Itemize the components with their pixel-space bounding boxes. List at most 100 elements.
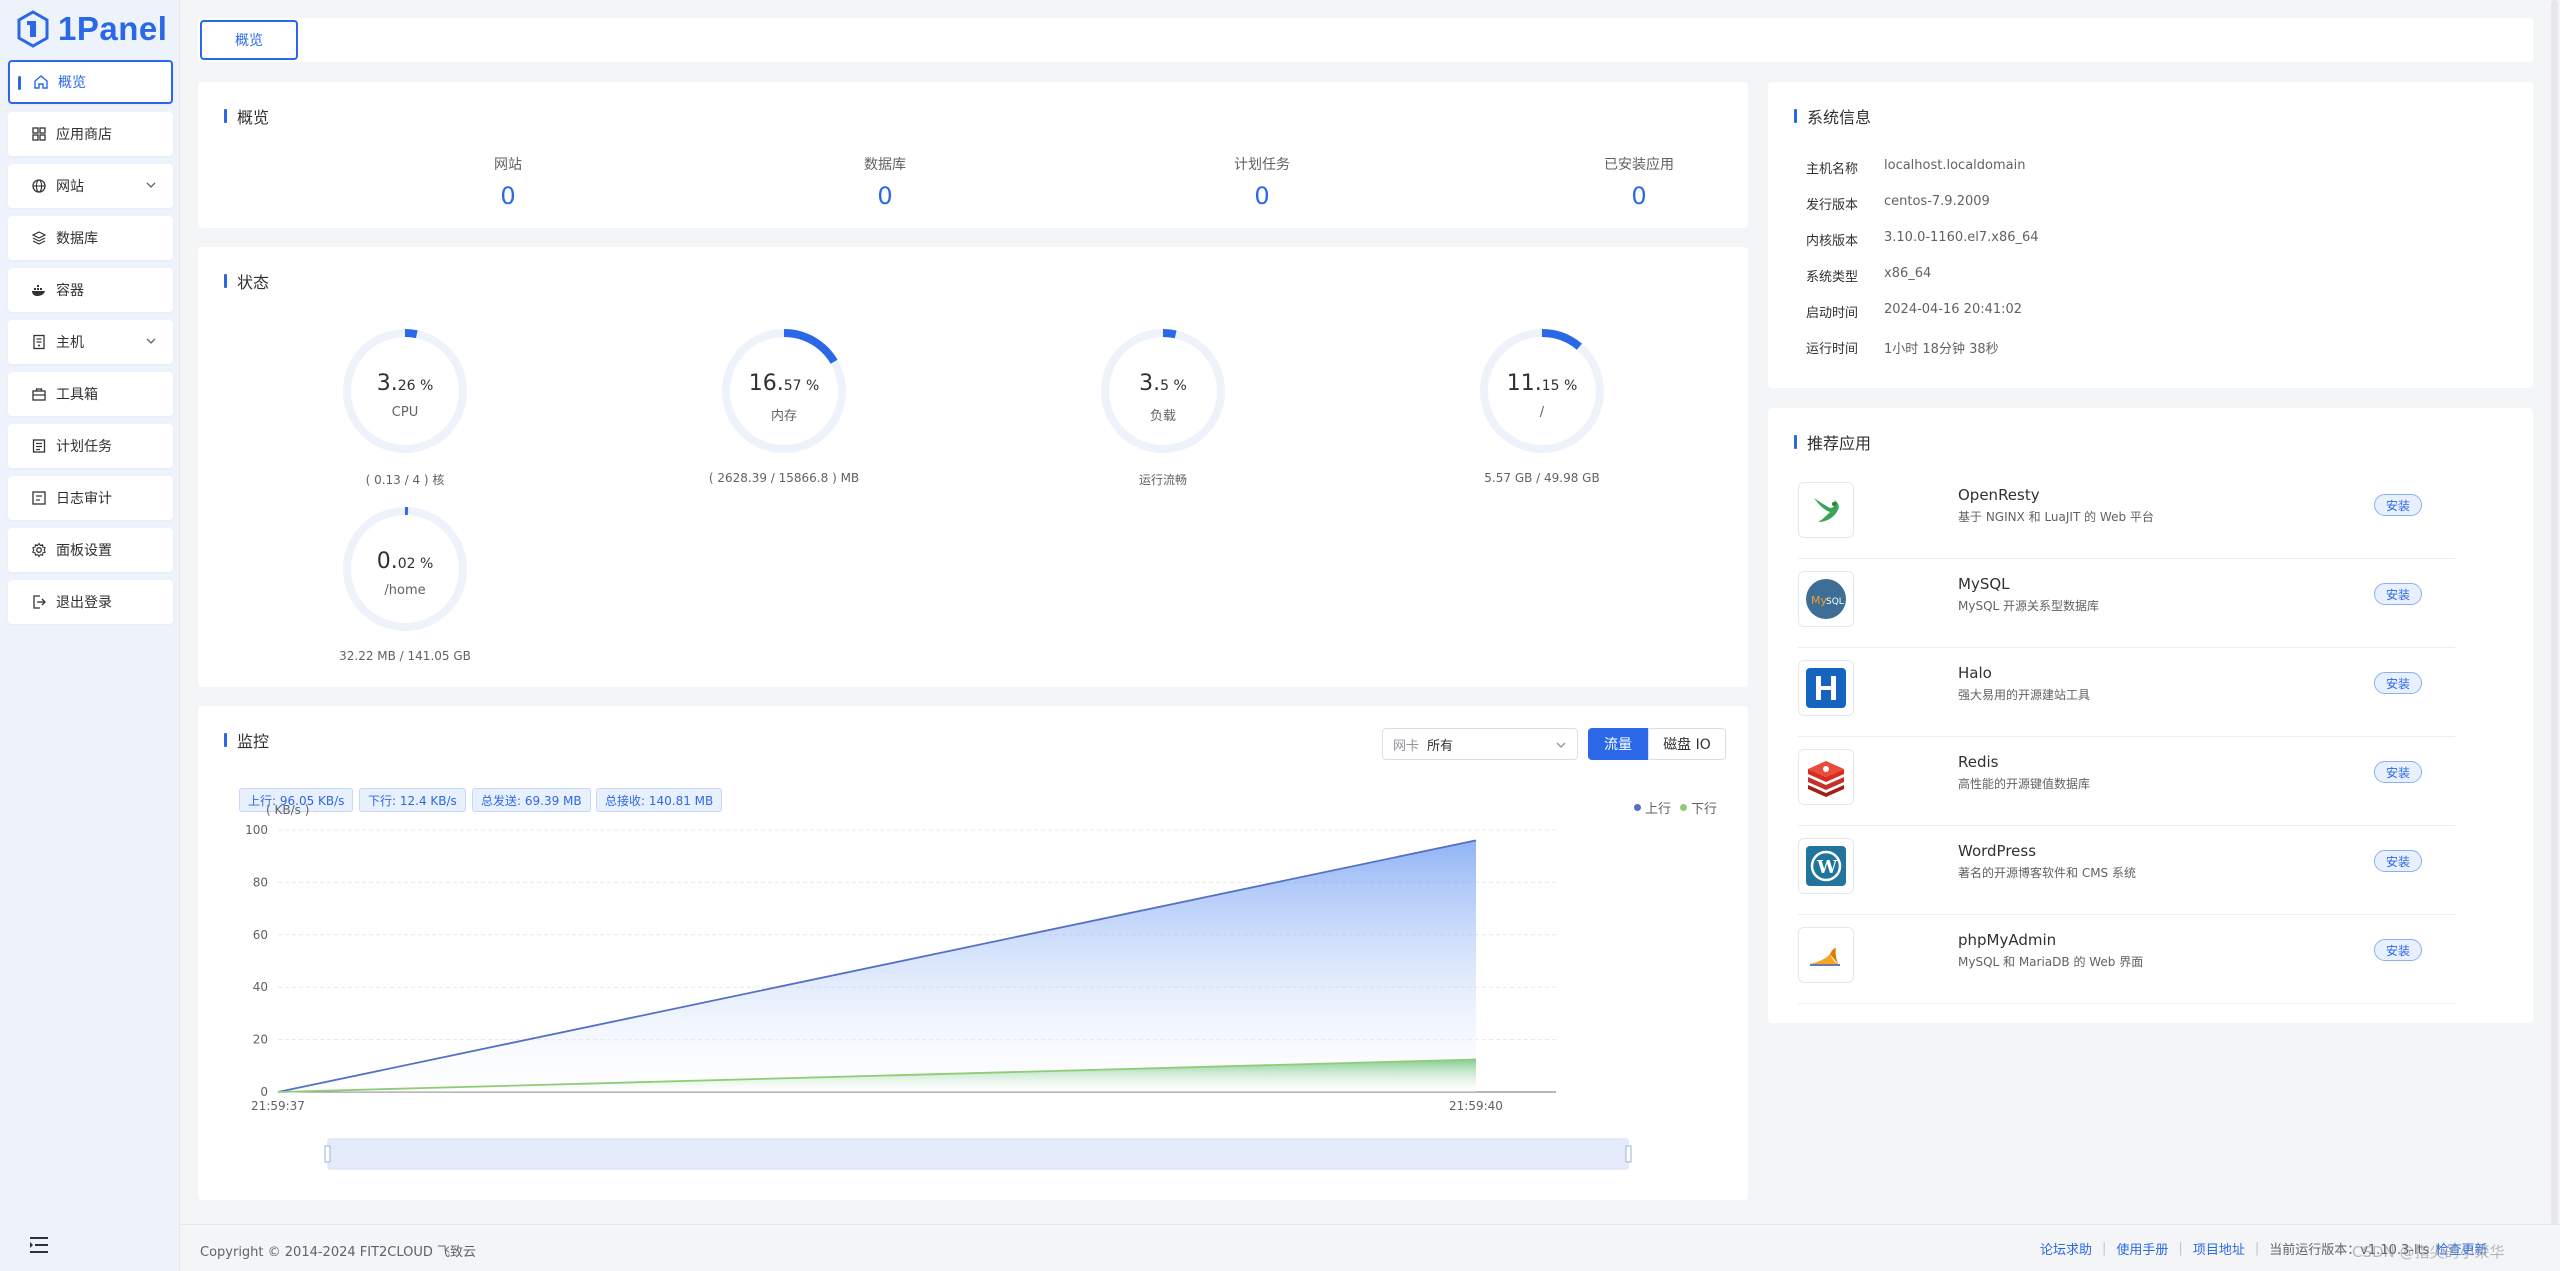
sysinfo-row: 内核版本 3.10.0-1160.el7.x86_64	[1806, 230, 2039, 249]
gauge-value: 3.5 %	[1139, 371, 1187, 396]
zoom-handle-left[interactable]	[324, 1145, 331, 1163]
overview-cronjobs[interactable]: 计划任务 0	[1162, 154, 1362, 210]
y-tick-label: 100	[245, 823, 268, 837]
collapse-menu-icon[interactable]	[28, 1235, 50, 1255]
sidebar-item-label: 退出登录	[56, 595, 112, 611]
gauge-memory[interactable]: 16.57 % 内存 ( 2628.39 / 15866.8 ) MB	[684, 327, 884, 507]
sysinfo-key: 启动时间	[1806, 306, 1859, 321]
sysinfo-key: 主机名称	[1806, 162, 1859, 177]
sidebar-item-label: 应用商店	[56, 127, 112, 143]
footer-separator: |	[2102, 1241, 2107, 1256]
y-tick-label: 20	[253, 1033, 268, 1047]
gauge-detail: ( 2628.39 / 15866.8 ) MB	[708, 471, 860, 485]
gauge-detail: 5.57 GB / 49.98 GB	[1484, 471, 1600, 485]
redis-icon	[1798, 749, 1854, 805]
install-button[interactable]: 安装	[2374, 850, 2422, 872]
sidebar-item-cronjob[interactable]: 计划任务	[8, 424, 173, 468]
manual-link[interactable]: 使用手册	[2116, 1239, 2168, 1258]
app-row-wordpress[interactable]: W WordPress 著名的开源博客软件和 CMS 系统 安装	[1798, 826, 2455, 915]
overview-installed-apps[interactable]: 已安装应用 0	[1539, 154, 1739, 210]
app-row-redis[interactable]: Redis 高性能的开源键值数据库 安装	[1798, 737, 2455, 826]
app-desc: MySQL 和 MariaDB 的 Web 界面	[1958, 955, 2144, 969]
gear-icon	[30, 541, 48, 559]
chevron-down-icon	[146, 338, 156, 344]
app-name: MySQL	[1958, 575, 2010, 593]
status-title: 状态	[224, 269, 269, 293]
sidebar-item-database[interactable]: 数据库	[8, 216, 173, 260]
mysql-icon: My SQL	[1798, 571, 1854, 627]
gauge-value: 11.15 %	[1506, 371, 1578, 396]
chevron-down-icon	[146, 182, 156, 188]
app-desc: 强大易用的开源建站工具	[1958, 688, 2091, 702]
gauge-cpu[interactable]: 3.26 % CPU ( 0.13 / 4 ) 核	[305, 327, 505, 507]
sidebar-item-logout[interactable]: 退出登录	[8, 580, 173, 624]
toolbox-icon	[30, 385, 48, 403]
home-icon	[32, 73, 50, 91]
sidebar-item-appstore[interactable]: 应用商店	[8, 112, 173, 156]
app-row-halo[interactable]: Halo 强大易用的开源建站工具 安装	[1798, 648, 2455, 737]
sidebar-item-host[interactable]: 主机	[8, 320, 173, 364]
install-button[interactable]: 安装	[2374, 672, 2422, 694]
sidebar-item-label: 工具箱	[56, 387, 98, 403]
gauge-detail: 32.22 MB / 141.05 GB	[339, 649, 471, 663]
sidebar-item-settings[interactable]: 面板设置	[8, 528, 173, 572]
sysinfo-card: 系统信息 主机名称 localhost.localdomain 发行版本 cento…	[1768, 82, 2533, 388]
sysinfo-value: 1小时 18分钟 38秒	[1884, 342, 1999, 357]
log-icon	[30, 489, 48, 507]
x-tick-label: 21:59:40	[1449, 1099, 1503, 1113]
sysinfo-value: localhost.localdomain	[1884, 158, 2026, 173]
install-button[interactable]: 安装	[2374, 761, 2422, 783]
sidebar-item-toolbox[interactable]: 工具箱	[8, 372, 173, 416]
sysinfo-value: centos-7.9.2009	[1884, 194, 1990, 209]
sysinfo-key: 系统类型	[1806, 270, 1859, 285]
logo[interactable]: 1Panel	[16, 8, 167, 50]
sidebar-item-overview[interactable]: 概览	[8, 60, 173, 104]
app-row-openresty[interactable]: OpenResty 基于 NGINX 和 LuaJIT 的 Web 平台 安装	[1798, 470, 2455, 559]
gauge-disk-root[interactable]: 11.15 % / 5.57 GB / 49.98 GB	[1442, 327, 1642, 507]
sysinfo-value: 2024-04-16 20:41:02	[1884, 302, 2023, 317]
footer-separator: |	[2254, 1241, 2260, 1256]
sidebar-item-container[interactable]: 容器	[8, 268, 173, 312]
logo-text: 1Panel	[58, 10, 168, 47]
gauge-detail: ( 0.13 / 4 ) 核	[365, 473, 445, 487]
sidebar-item-website[interactable]: 网站	[8, 164, 173, 208]
gauge-name: 负载	[1149, 409, 1176, 424]
app-name: phpMyAdmin	[1958, 931, 2057, 949]
y-tick-label: 0	[260, 1085, 268, 1099]
app-row-phpmyadmin[interactable]: phpMyAdmin MySQL 和 MariaDB 的 Web 界面 安装	[1798, 915, 2455, 1004]
status-card: 状态 3.26 % CPU ( 0.13 / 4 ) 核 16.57 % 内存 …	[198, 247, 1748, 687]
scrollbar[interactable]	[2551, 0, 2558, 1225]
sidebar-item-label: 容器	[56, 283, 84, 299]
sidebar-item-label: 数据库	[56, 231, 98, 247]
sidebar-item-label: 计划任务	[56, 439, 112, 455]
app-name: Halo	[1958, 664, 1992, 682]
apps-title: 推荐应用	[1794, 430, 1871, 454]
sidebar-item-label: 主机	[56, 335, 84, 351]
forum-link[interactable]: 论坛求助	[2040, 1239, 2092, 1258]
tab-bar: 概览	[198, 18, 2533, 62]
install-button[interactable]: 安装	[2374, 583, 2422, 605]
overview-label: 计划任务	[1234, 157, 1290, 173]
recommended-apps-card: 推荐应用 OpenResty 基于 NGINX 和 LuaJIT 的 Web 平…	[1768, 408, 2533, 1023]
watermark: CSDN @指尖的小荣华	[2352, 1243, 2505, 1261]
install-button[interactable]: 安装	[2374, 494, 2422, 516]
zoom-handle-right[interactable]	[1625, 1145, 1632, 1163]
logout-icon	[30, 593, 48, 611]
sidebar-item-log[interactable]: 日志审计	[8, 476, 173, 520]
gauge-load[interactable]: 3.5 % 负载 运行流畅	[1063, 327, 1263, 507]
gauge-disk-home[interactable]: 0.02 % /home 32.22 MB / 141.05 GB	[305, 505, 505, 685]
gauge-value: 3.26 %	[376, 371, 434, 396]
app-name: WordPress	[1958, 842, 2037, 860]
halo-icon	[1798, 660, 1854, 716]
install-button[interactable]: 安装	[2374, 939, 2422, 961]
overview-websites[interactable]: 网站 0	[408, 154, 608, 210]
host-icon	[30, 333, 48, 351]
overview-databases[interactable]: 数据库 0	[785, 154, 985, 210]
app-row-mysql[interactable]: My SQL MySQL MySQL 开源关系型数据库 安装	[1798, 559, 2455, 648]
zoom-slider-range	[328, 1139, 1628, 1169]
sidebar-item-label: 网站	[56, 179, 84, 195]
tab-overview[interactable]: 概览	[200, 20, 298, 60]
sysinfo-row: 发行版本 centos-7.9.2009	[1806, 194, 1990, 213]
project-link[interactable]: 项目地址	[2193, 1239, 2245, 1258]
database-icon	[30, 229, 48, 247]
